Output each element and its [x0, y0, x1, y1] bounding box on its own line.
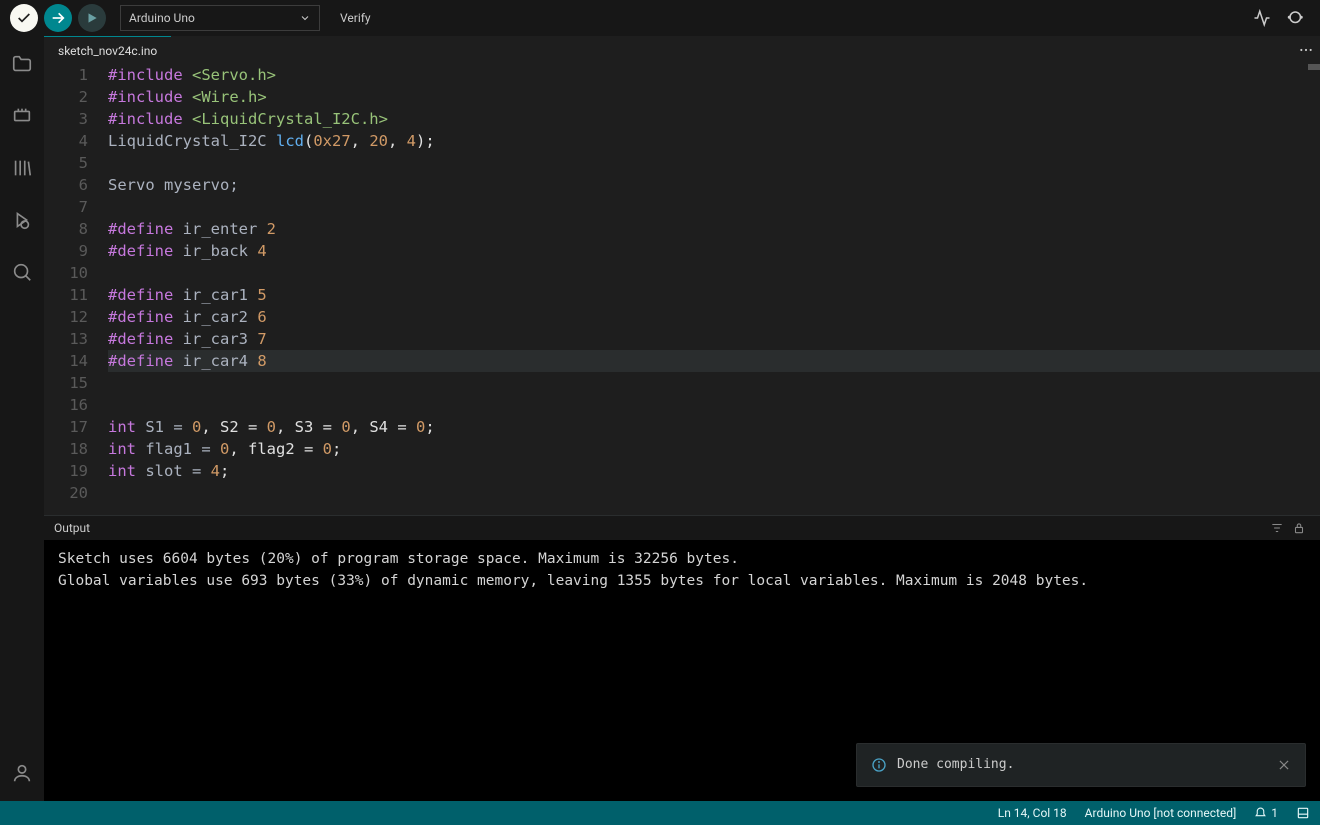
- output-line: Global variables use 693 bytes (33%) of …: [58, 570, 1306, 592]
- library-icon: [11, 157, 33, 179]
- play-debug-icon: [85, 11, 99, 25]
- code-line[interactable]: #define ir_car4 8: [108, 350, 1320, 372]
- tab-sketch[interactable]: sketch_nov24c.ino: [44, 36, 171, 64]
- line-gutter: 1234567891011121314151617181920: [44, 64, 108, 515]
- output-body[interactable]: Sketch uses 6604 bytes (20%) of program …: [44, 540, 1320, 801]
- code-editor[interactable]: 1234567891011121314151617181920 #include…: [44, 64, 1320, 515]
- debug-button[interactable]: [78, 4, 106, 32]
- code-line[interactable]: Servo myservo;: [108, 174, 1320, 196]
- status-cursor[interactable]: Ln 14, Col 18: [998, 806, 1067, 820]
- toast-text: Done compiling.: [897, 754, 1014, 776]
- output-title: Output: [54, 521, 90, 535]
- code-line[interactable]: int slot = 4;: [108, 460, 1320, 482]
- status-notifications[interactable]: 1: [1254, 806, 1278, 820]
- sidebar-boards[interactable]: [10, 104, 34, 128]
- status-notifications-count: 1: [1271, 806, 1278, 820]
- serial-monitor-button[interactable]: [1282, 4, 1310, 32]
- status-close-panel[interactable]: [1296, 806, 1310, 820]
- sidebar-library[interactable]: [10, 156, 34, 180]
- panel-icon: [1296, 806, 1310, 820]
- verify-button[interactable]: [10, 4, 38, 32]
- code-content[interactable]: #include <Servo.h>#include <Wire.h>#incl…: [108, 64, 1320, 515]
- toast-close-button[interactable]: [1277, 758, 1291, 772]
- code-line[interactable]: #include <Servo.h>: [108, 64, 1320, 86]
- filter-icon: [1270, 521, 1284, 535]
- compile-toast: Done compiling.: [856, 743, 1306, 787]
- left-sidebar: [0, 36, 44, 801]
- debug-icon: [11, 209, 33, 231]
- check-icon: [16, 10, 32, 26]
- editor-tabs: sketch_nov24c.ino: [44, 36, 1320, 64]
- serial-plotter-button[interactable]: [1248, 4, 1276, 32]
- code-line[interactable]: int flag1 = 0, flag2 = 0;: [108, 438, 1320, 460]
- folder-icon: [11, 53, 33, 75]
- code-line[interactable]: #define ir_car1 5: [108, 284, 1320, 306]
- user-icon: [11, 762, 33, 784]
- arrow-right-icon: [50, 10, 66, 26]
- tab-label: sketch_nov24c.ino: [58, 44, 157, 58]
- ellipsis-icon: [1298, 42, 1314, 58]
- tabs-more-button[interactable]: [1292, 36, 1320, 64]
- activity-icon: [1253, 9, 1271, 27]
- code-line[interactable]: #include <LiquidCrystal_I2C.h>: [108, 108, 1320, 130]
- status-board[interactable]: Arduino Uno [not connected]: [1085, 806, 1237, 820]
- chevron-down-icon: [299, 12, 311, 24]
- bell-icon: [1254, 807, 1267, 820]
- sidebar-debug[interactable]: [10, 208, 34, 232]
- magnify-dot-icon: [1287, 9, 1305, 27]
- output-header: Output: [44, 516, 1320, 540]
- upload-button[interactable]: [44, 4, 72, 32]
- code-line[interactable]: LiquidCrystal_I2C lcd(0x27, 20, 4);: [108, 130, 1320, 152]
- lock-icon: [1292, 521, 1306, 535]
- board-select-dropdown[interactable]: Arduino Uno: [120, 5, 320, 31]
- sidebar-account[interactable]: [10, 761, 34, 785]
- code-line[interactable]: [108, 196, 1320, 218]
- verify-text: Verify: [340, 11, 371, 25]
- info-icon: [871, 757, 887, 773]
- code-line[interactable]: #define ir_car3 7: [108, 328, 1320, 350]
- board-select-label: Arduino Uno: [129, 11, 195, 25]
- code-line[interactable]: #define ir_back 4: [108, 240, 1320, 262]
- code-line[interactable]: [108, 372, 1320, 394]
- sidebar-folder[interactable]: [10, 52, 34, 76]
- output-line: Sketch uses 6604 bytes (20%) of program …: [58, 548, 1306, 570]
- code-line[interactable]: #define ir_enter 2: [108, 218, 1320, 240]
- code-line[interactable]: #include <Wire.h>: [108, 86, 1320, 108]
- output-lock-button[interactable]: [1288, 521, 1310, 535]
- code-line[interactable]: [108, 262, 1320, 284]
- minimap-marker[interactable]: [1308, 64, 1320, 70]
- output-filter-button[interactable]: [1266, 521, 1288, 535]
- search-icon: [11, 261, 33, 283]
- output-panel: Output Sketch uses 6604 bytes (20%) of p…: [44, 515, 1320, 801]
- close-icon: [1277, 758, 1291, 772]
- code-line[interactable]: #define ir_car2 6: [108, 306, 1320, 328]
- board-icon: [11, 105, 33, 127]
- statusbar: Ln 14, Col 18 Arduino Uno [not connected…: [0, 801, 1320, 825]
- editor-area: sketch_nov24c.ino 1234567891011121314151…: [44, 36, 1320, 801]
- code-line[interactable]: int S1 = 0, S2 = 0, S3 = 0, S4 = 0;: [108, 416, 1320, 438]
- top-toolbar: Arduino Uno Verify: [0, 0, 1320, 36]
- main-area: sketch_nov24c.ino 1234567891011121314151…: [0, 36, 1320, 801]
- code-line[interactable]: [108, 152, 1320, 174]
- code-line[interactable]: [108, 394, 1320, 416]
- sidebar-search[interactable]: [10, 260, 34, 284]
- code-line[interactable]: [108, 482, 1320, 504]
